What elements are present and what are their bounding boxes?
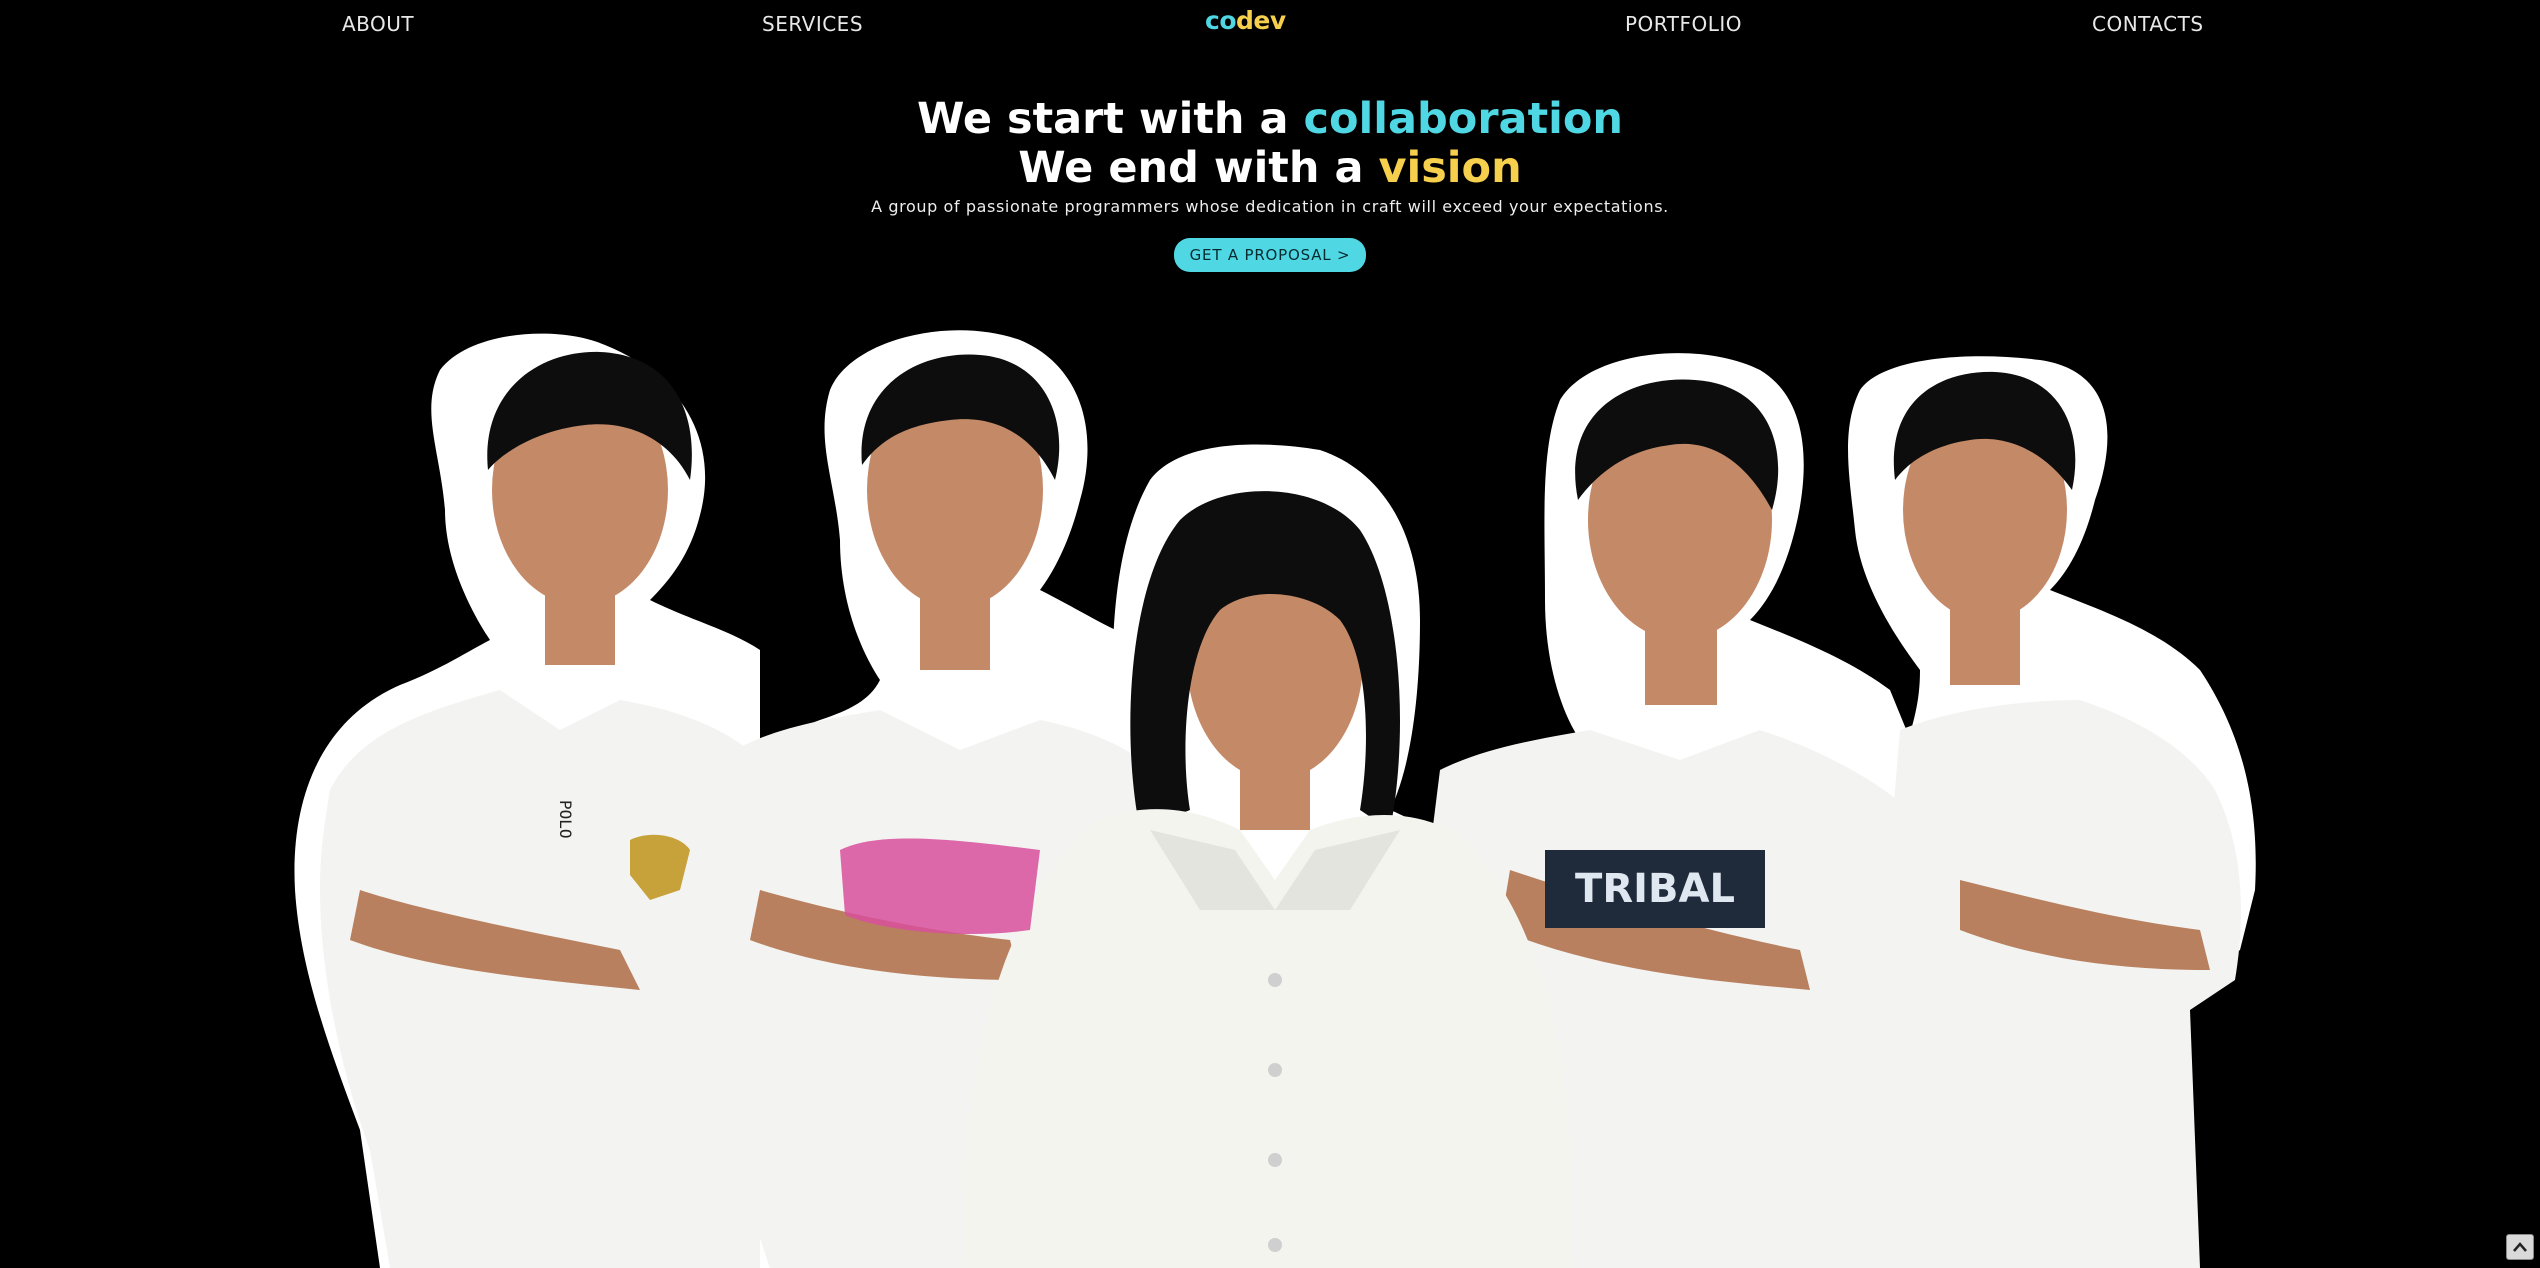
headline-line-1: We start with a collaboration xyxy=(917,94,1623,144)
chevron-up-icon xyxy=(2512,1238,2528,1257)
headline-accent-collaboration: collaboration xyxy=(1303,94,1624,144)
top-navigation: ABOUT SERVICES codev PORTFOLIO CONTACTS xyxy=(0,0,2540,50)
codev-logo[interactable]: codev xyxy=(1205,6,1286,35)
tribal-print-text: TRIBAL xyxy=(1575,866,1735,912)
nav-link-about[interactable]: ABOUT xyxy=(342,12,414,36)
hero-section: We start with a collaboration We end wit… xyxy=(0,95,2540,272)
nav-link-contacts[interactable]: CONTACTS xyxy=(2092,12,2204,36)
scroll-to-top-button[interactable] xyxy=(2506,1234,2534,1260)
get-proposal-button[interactable]: GET A PROPOSAL > xyxy=(1173,238,1367,272)
headline-line-2-prefix: We end with a xyxy=(1018,143,1379,193)
landing-page: ABOUT SERVICES codev PORTFOLIO CONTACTS … xyxy=(0,0,2540,1268)
team-photo: TRIBAL POLO xyxy=(0,330,2540,1268)
nav-link-portfolio[interactable]: PORTFOLIO xyxy=(1625,12,1742,36)
nav-link-services[interactable]: SERVICES xyxy=(762,12,863,36)
headline-line-2: We end with a vision xyxy=(1018,143,1521,193)
polo-print-text: POLO xyxy=(556,800,575,839)
headline-line-1-prefix: We start with a xyxy=(916,94,1304,144)
hero-headline: We start with a collaboration We end wit… xyxy=(0,95,2540,193)
logo-part-co: co xyxy=(1205,6,1237,35)
headline-accent-vision: vision xyxy=(1378,143,1522,193)
logo-part-dev: dev xyxy=(1236,6,1286,35)
hero-subtitle: A group of passionate programmers whose … xyxy=(871,197,1669,216)
